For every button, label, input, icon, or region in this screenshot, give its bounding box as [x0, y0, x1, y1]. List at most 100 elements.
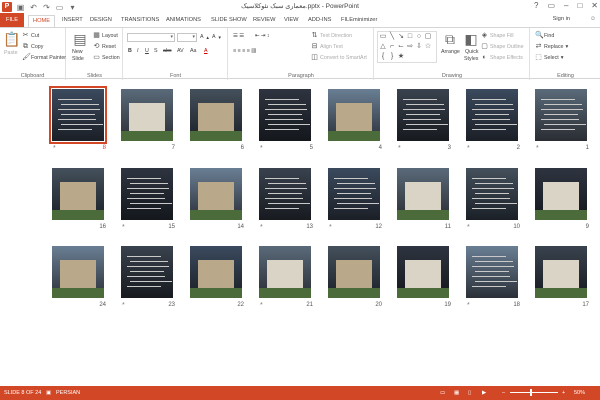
- slide-thumbnail[interactable]: [52, 168, 104, 220]
- convert-smartart-button[interactable]: ◫ Convert to SmartArt: [311, 54, 367, 61]
- slide-thumbnail[interactable]: [466, 89, 518, 141]
- find-button[interactable]: 🔍 Find: [535, 32, 554, 39]
- help-icon[interactable]: ?: [534, 1, 538, 10]
- tab-animations[interactable]: ANIMATIONS: [162, 15, 205, 27]
- brace-shape-icon[interactable]: {: [379, 53, 387, 61]
- star-shape-icon[interactable]: ☆: [424, 43, 432, 51]
- slide-transition-star-icon[interactable]: *: [467, 224, 470, 231]
- tab-transitions[interactable]: TRANSITIONS: [117, 15, 163, 27]
- slide-thumbnail[interactable]: [397, 89, 449, 141]
- slide-thumbnail[interactable]: [121, 89, 173, 141]
- down-arrow-shape-icon[interactable]: ⇩: [415, 43, 423, 51]
- slide-thumbnail[interactable]: [328, 246, 380, 298]
- right-arrow-shape-icon[interactable]: ⇨: [406, 43, 414, 51]
- close-icon[interactable]: ✕: [591, 1, 598, 10]
- triangle-shape-icon[interactable]: △: [379, 43, 387, 51]
- tab-add-ins[interactable]: ADD-INS: [304, 15, 335, 27]
- slide-thumbnail[interactable]: [121, 168, 173, 220]
- slide-thumbnail[interactable]: [328, 89, 380, 141]
- slide-thumbnail[interactable]: [259, 168, 311, 220]
- italic-button[interactable]: I: [137, 48, 138, 54]
- line-shape-icon[interactable]: ╲: [388, 33, 396, 41]
- slide-thumbnail[interactable]: [397, 168, 449, 220]
- paste-button[interactable]: Paste: [4, 50, 18, 56]
- bold-button[interactable]: B: [128, 48, 132, 54]
- corner-shape-icon[interactable]: ⌙: [397, 43, 405, 51]
- slide-thumbnail[interactable]: [49, 86, 107, 144]
- rounded-rect-shape-icon[interactable]: ▢: [424, 33, 432, 41]
- slide-thumbnail[interactable]: [190, 168, 242, 220]
- shapes-gallery[interactable]: ▭ ╲ ↘ □ ○ ▢ △ ⌐ ⌙ ⇨ ⇩ ☆ { } ★: [377, 31, 437, 63]
- slide-thumbnail[interactable]: [397, 246, 449, 298]
- slideshow-view-icon[interactable]: ▶: [482, 390, 486, 396]
- slide-sorter-view-icon[interactable]: ▦: [454, 390, 459, 396]
- slide-transition-star-icon[interactable]: *: [329, 224, 332, 231]
- user-icon[interactable]: ☺: [590, 16, 596, 22]
- slide-thumbnail[interactable]: [535, 89, 587, 141]
- strikethrough-button[interactable]: abc: [163, 48, 172, 54]
- arrange-button[interactable]: Arrange: [441, 49, 460, 55]
- brace-right-shape-icon[interactable]: }: [388, 53, 396, 61]
- shape-effects-button[interactable]: ◐ Shape Effects: [481, 54, 523, 61]
- section-button[interactable]: ▭ Section: [93, 54, 119, 61]
- font-name-field[interactable]: ▾: [127, 33, 175, 42]
- arrange-icon[interactable]: ⧉: [442, 31, 458, 47]
- paste-icon[interactable]: 📋: [3, 31, 20, 47]
- tab-review[interactable]: REVIEW: [249, 15, 279, 27]
- slide-transition-star-icon[interactable]: *: [260, 302, 263, 309]
- cut-button[interactable]: ✂ Cut: [22, 32, 40, 39]
- reset-button[interactable]: ⟲ Reset: [93, 43, 116, 50]
- slide-transition-star-icon[interactable]: *: [398, 145, 401, 152]
- slide-transition-star-icon[interactable]: *: [122, 224, 125, 231]
- format-painter-button[interactable]: 🖌 Format Painter: [22, 54, 66, 61]
- copy-button[interactable]: ⧉ Copy: [22, 43, 43, 50]
- replace-button[interactable]: ⇄ Replace ▾: [535, 43, 569, 50]
- slide-transition-star-icon[interactable]: *: [467, 145, 470, 152]
- slide-thumbnail[interactable]: [466, 246, 518, 298]
- align-text-button[interactable]: ⊟ Align Text: [311, 43, 343, 50]
- reading-view-icon[interactable]: ▯: [468, 390, 471, 396]
- tab-home[interactable]: HOME: [28, 15, 56, 27]
- slide-transition-star-icon[interactable]: *: [260, 145, 263, 152]
- slide-thumbnail[interactable]: [121, 246, 173, 298]
- quick-styles-button[interactable]: Quick: [465, 49, 479, 55]
- oval-shape-icon[interactable]: ○: [415, 33, 423, 41]
- zoom-in-icon[interactable]: +: [562, 390, 565, 396]
- indent-icon[interactable]: ⇤ ⇥ ↕: [255, 33, 269, 39]
- proofing-icon[interactable]: ▣: [46, 390, 51, 396]
- language-status[interactable]: PERSIAN: [56, 390, 80, 396]
- tab-design[interactable]: DESIGN: [86, 15, 116, 27]
- ribbon-display-icon[interactable]: ▭: [547, 1, 555, 10]
- star5-shape-icon[interactable]: ★: [397, 53, 405, 61]
- slide-thumbnail[interactable]: [535, 246, 587, 298]
- tab-file[interactable]: FILE: [0, 13, 24, 27]
- slide-thumbnail[interactable]: [52, 246, 104, 298]
- arrow-shape-icon[interactable]: ↘: [397, 33, 405, 41]
- minimize-icon[interactable]: –: [564, 1, 568, 10]
- shadow-button[interactable]: S: [154, 48, 158, 54]
- tab-slide-show[interactable]: SLIDE SHOW: [207, 15, 251, 27]
- text-direction-button[interactable]: ⇅ Text Direction: [311, 32, 353, 39]
- slide-thumbnail[interactable]: [328, 168, 380, 220]
- normal-view-icon[interactable]: ▭: [440, 390, 445, 396]
- slide-transition-star-icon[interactable]: *: [260, 224, 263, 231]
- layout-button[interactable]: ▦ Layout: [93, 32, 118, 39]
- new-slide-button[interactable]: New: [72, 49, 83, 55]
- slide-thumbnail[interactable]: [190, 89, 242, 141]
- slide-thumbnail[interactable]: [259, 89, 311, 141]
- grow-font-icon[interactable]: A ▲: [200, 34, 210, 40]
- tab-view[interactable]: VIEW: [280, 15, 303, 27]
- slide-transition-star-icon[interactable]: *: [53, 145, 56, 152]
- shape-fill-button[interactable]: ◈ Shape Fill: [481, 32, 514, 39]
- bracket-shape-icon[interactable]: ⌐: [388, 43, 396, 51]
- change-case-button[interactable]: Aa: [190, 48, 196, 54]
- slide-transition-star-icon[interactable]: *: [122, 302, 125, 309]
- align-icons[interactable]: ≡ ≡ ≡ ≡ ▥: [233, 48, 256, 54]
- slide-transition-star-icon[interactable]: *: [467, 302, 470, 309]
- zoom-slider[interactable]: [510, 392, 558, 393]
- font-size-field[interactable]: ▾: [177, 33, 197, 42]
- maximize-icon[interactable]: □: [577, 1, 582, 10]
- tab-insert[interactable]: INSERT: [58, 15, 87, 27]
- quick-styles-icon[interactable]: ◧: [463, 31, 479, 47]
- slide-thumbnail[interactable]: [535, 168, 587, 220]
